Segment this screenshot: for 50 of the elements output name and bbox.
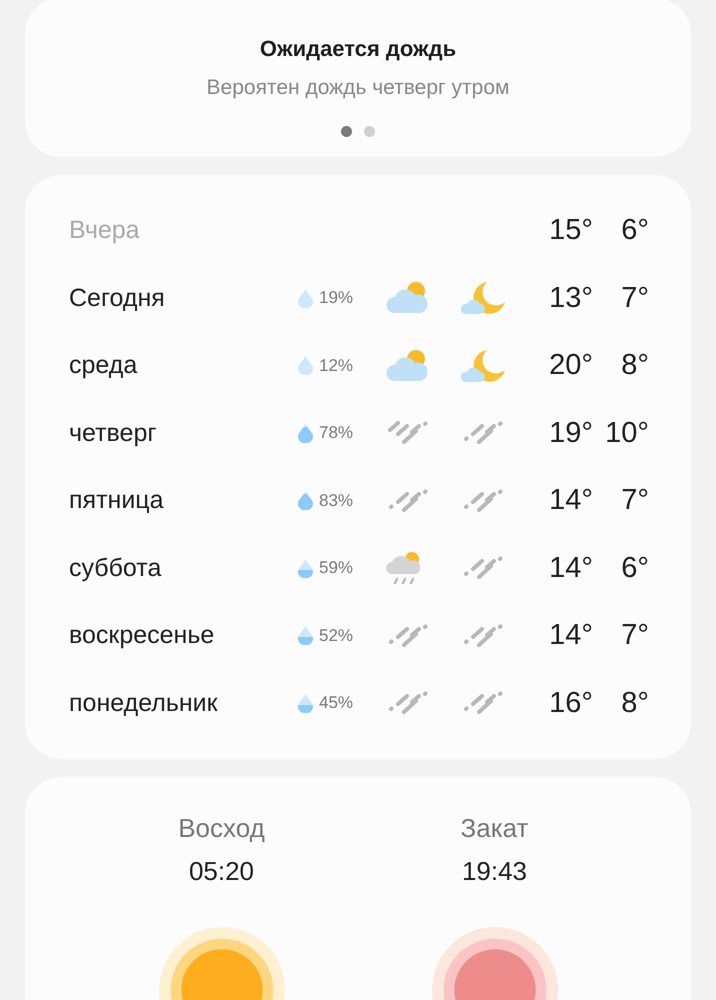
- sun-time: 05:20: [188, 856, 254, 887]
- precip-chance: 12%: [319, 356, 354, 376]
- high-temp: 19°: [548, 416, 593, 450]
- low-temp: 6°: [620, 214, 649, 248]
- drop-icon: [298, 694, 313, 713]
- high-temp: 16°: [548, 686, 593, 720]
- high-temp: 14°: [548, 619, 593, 652]
- high-temp: 13°: [548, 282, 593, 315]
- sun-label: Закат: [460, 813, 528, 844]
- alert-subtitle: Вероятен дождь четверг утром: [206, 76, 510, 100]
- low-temp: 8°: [620, 686, 649, 720]
- page-dot[interactable]: [341, 126, 352, 137]
- day-name: Сегодня: [69, 284, 166, 313]
- day-name: четверг: [69, 418, 158, 448]
- alert-title: Ожидается дождь: [260, 36, 456, 62]
- high-temp: 15°: [548, 214, 593, 248]
- day-name: суббота: [69, 554, 162, 583]
- low-temp: 6°: [620, 552, 649, 585]
- drop-icon: [298, 288, 313, 308]
- low-temp: 7°: [620, 619, 649, 652]
- cloud-sun-icon: [386, 348, 430, 383]
- precip-chance: 45%: [319, 693, 354, 714]
- precip-chance: 59%: [319, 558, 354, 578]
- precip-chance: 78%: [319, 423, 354, 444]
- high-temp: 14°: [548, 552, 593, 585]
- drop-icon: [298, 491, 313, 510]
- moon-cloud-icon: [461, 280, 507, 316]
- moon-cloud-icon: [461, 348, 507, 384]
- day-name: воскресенье: [69, 621, 216, 650]
- sun-time: 19:43: [462, 856, 528, 887]
- low-temp: 7°: [620, 484, 649, 518]
- day-name: понедельник: [69, 688, 219, 718]
- day-name: Вчера: [69, 216, 141, 246]
- sun-label: Восход: [178, 813, 265, 844]
- high-temp: 20°: [548, 349, 593, 382]
- drop-icon: [298, 626, 313, 646]
- precip-chance: 52%: [319, 626, 354, 646]
- low-temp: 7°: [620, 282, 649, 315]
- drop-icon: [298, 558, 313, 578]
- cloud-sun-icon: [386, 281, 430, 316]
- drop-icon: [298, 424, 313, 443]
- drop-icon: [298, 356, 313, 376]
- day-name: пятница: [69, 486, 165, 516]
- high-temp: 14°: [548, 484, 593, 518]
- precip-chance: 83%: [319, 490, 354, 511]
- page-dot[interactable]: [364, 126, 375, 137]
- low-temp: 8°: [620, 349, 649, 382]
- precip-chance: 19%: [319, 288, 354, 308]
- low-temp: 10°: [604, 416, 649, 450]
- day-name: среда: [69, 351, 138, 380]
